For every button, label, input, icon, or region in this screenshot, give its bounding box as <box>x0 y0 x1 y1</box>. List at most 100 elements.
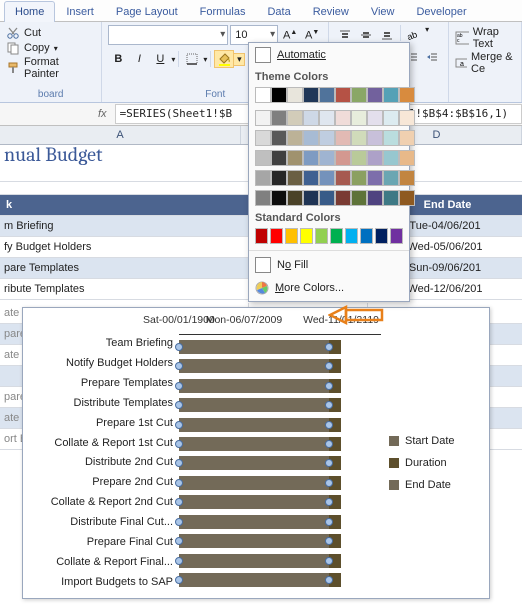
color-swatch[interactable] <box>315 228 328 244</box>
color-swatch[interactable] <box>270 228 283 244</box>
chart-bar[interactable] <box>179 340 377 354</box>
color-swatch[interactable] <box>287 170 303 186</box>
color-swatch[interactable] <box>351 87 367 103</box>
color-swatch[interactable] <box>399 190 415 206</box>
chart-bar[interactable] <box>179 379 377 393</box>
color-swatch[interactable] <box>303 170 319 186</box>
color-swatch[interactable] <box>255 170 271 186</box>
fill-color-button[interactable]: ▾ <box>214 50 245 68</box>
color-swatch[interactable] <box>360 228 373 244</box>
chart-bar[interactable] <box>179 495 377 509</box>
color-swatch[interactable] <box>303 110 319 126</box>
color-swatch[interactable] <box>287 150 303 166</box>
color-swatch[interactable] <box>255 87 271 103</box>
color-swatch[interactable] <box>399 130 415 146</box>
color-swatch[interactable] <box>319 190 335 206</box>
chart-bar[interactable] <box>179 437 377 451</box>
color-swatch[interactable] <box>383 150 399 166</box>
bold-button[interactable]: B <box>108 49 128 69</box>
chart-bar[interactable] <box>179 554 377 568</box>
fx-label[interactable]: fx <box>90 108 115 120</box>
chart-bar[interactable] <box>179 456 377 470</box>
chart-bar[interactable] <box>179 573 377 587</box>
color-swatch[interactable] <box>351 130 367 146</box>
font-name-select[interactable] <box>108 25 228 45</box>
color-swatch[interactable] <box>335 150 351 166</box>
color-swatch[interactable] <box>399 170 415 186</box>
col-header-a[interactable]: A <box>0 126 241 144</box>
color-swatch[interactable] <box>367 170 383 186</box>
color-swatch[interactable] <box>367 190 383 206</box>
format-painter-button[interactable]: Format Painter <box>6 56 95 80</box>
color-swatch[interactable] <box>255 150 271 166</box>
worksheet[interactable]: nual Budget k End Date m BriefingTue-04/… <box>0 145 522 605</box>
tab-developer[interactable]: Developer <box>405 1 477 22</box>
color-swatch[interactable] <box>367 87 383 103</box>
color-swatch[interactable] <box>319 130 335 146</box>
color-swatch[interactable] <box>287 190 303 206</box>
picker-automatic[interactable]: Automatic <box>249 43 409 67</box>
color-swatch[interactable] <box>255 190 271 206</box>
borders-button[interactable] <box>182 49 202 69</box>
color-swatch[interactable] <box>303 190 319 206</box>
color-swatch[interactable] <box>255 228 268 244</box>
task-cell[interactable]: ribute Templates <box>0 279 249 299</box>
color-swatch[interactable] <box>383 130 399 146</box>
chart-bar[interactable] <box>179 476 377 490</box>
embedded-chart[interactable]: Sat-00/01/1900 Mon-06/07/2009 Wed-11/01/… <box>22 307 490 599</box>
color-swatch[interactable] <box>367 150 383 166</box>
color-swatch[interactable] <box>345 228 358 244</box>
task-cell[interactable]: pare Templates <box>0 258 249 278</box>
chart-bar[interactable] <box>179 398 377 412</box>
tab-data[interactable]: Data <box>256 1 301 22</box>
cut-button[interactable]: Cut <box>6 26 95 40</box>
color-swatch[interactable] <box>255 110 271 126</box>
color-swatch[interactable] <box>303 150 319 166</box>
color-swatch[interactable] <box>271 190 287 206</box>
color-swatch[interactable] <box>335 190 351 206</box>
tab-home[interactable]: Home <box>4 1 55 22</box>
color-swatch[interactable] <box>271 150 287 166</box>
color-swatch[interactable] <box>383 190 399 206</box>
color-swatch[interactable] <box>303 87 319 103</box>
color-swatch[interactable] <box>351 110 367 126</box>
color-swatch[interactable] <box>287 130 303 146</box>
color-swatch[interactable] <box>335 110 351 126</box>
color-swatch[interactable] <box>319 150 335 166</box>
color-swatch[interactable] <box>319 87 335 103</box>
italic-button[interactable]: I <box>129 49 149 69</box>
tab-review[interactable]: Review <box>302 1 360 22</box>
chart-bar[interactable] <box>179 418 377 432</box>
underline-button[interactable]: U <box>150 49 170 69</box>
color-swatch[interactable] <box>351 190 367 206</box>
tab-insert[interactable]: Insert <box>55 1 105 22</box>
task-cell[interactable]: m Briefing <box>0 216 249 236</box>
color-swatch[interactable] <box>319 110 335 126</box>
picker-no-fill[interactable]: No Fill <box>249 253 409 277</box>
color-swatch[interactable] <box>375 228 388 244</box>
color-swatch[interactable] <box>330 228 343 244</box>
color-swatch[interactable] <box>271 130 287 146</box>
color-swatch[interactable] <box>287 110 303 126</box>
color-swatch[interactable] <box>367 130 383 146</box>
color-swatch[interactable] <box>383 87 399 103</box>
color-swatch[interactable] <box>351 170 367 186</box>
color-swatch[interactable] <box>271 110 287 126</box>
tab-formulas[interactable]: Formulas <box>189 1 257 22</box>
color-swatch[interactable] <box>335 87 351 103</box>
fill-color-dropdown[interactable]: ▾ <box>234 53 245 66</box>
color-swatch[interactable] <box>271 170 287 186</box>
color-swatch[interactable] <box>383 170 399 186</box>
chart-bar[interactable] <box>179 534 377 548</box>
color-swatch[interactable] <box>303 130 319 146</box>
color-swatch[interactable] <box>255 130 271 146</box>
chart-bar[interactable] <box>179 359 377 373</box>
tab-view[interactable]: View <box>360 1 406 22</box>
color-swatch[interactable] <box>335 130 351 146</box>
wrap-text-button[interactable]: abc Wrap Text <box>455 26 515 50</box>
merge-center-button[interactable]: a Merge & Ce <box>455 51 515 75</box>
color-swatch[interactable] <box>319 170 335 186</box>
chart-bar[interactable] <box>179 515 377 529</box>
task-cell[interactable]: fy Budget Holders <box>0 237 249 257</box>
chart-plot-area[interactable] <box>179 334 381 592</box>
